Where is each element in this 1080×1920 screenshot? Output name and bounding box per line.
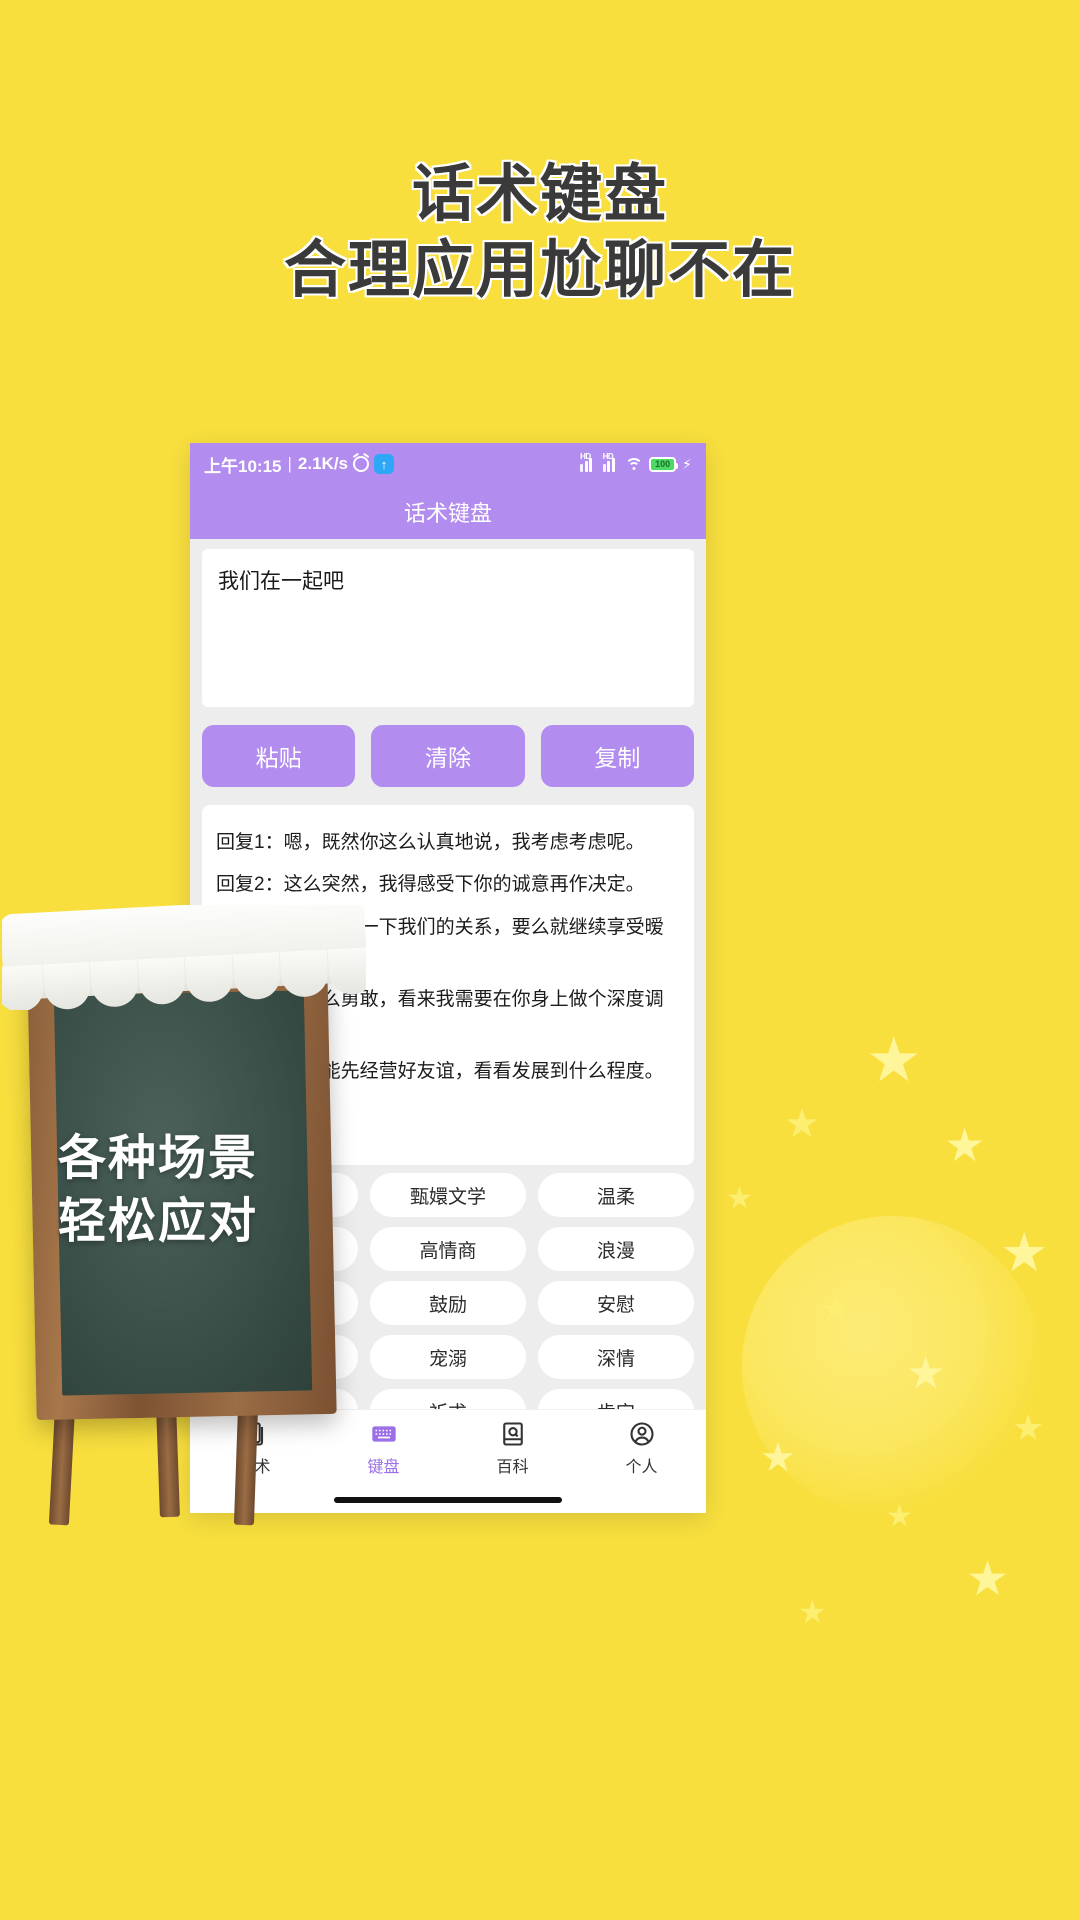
action-button-row: 粘贴 清除 复制 <box>190 707 706 805</box>
reply-item[interactable]: 回复1：嗯，既然你这么认真地说，我考虑考虑呢。 <box>216 828 680 857</box>
clear-button[interactable]: 清除 <box>371 725 525 787</box>
signal-icon-sim1: HD <box>580 452 597 472</box>
keyboard-icon <box>371 1426 396 1442</box>
page-title: 话术键盘 <box>403 501 492 526</box>
signal-icon-sim2: HD <box>602 452 620 472</box>
nav-label-person: 个人 <box>625 1459 658 1476</box>
status-time: 上午10:15 <box>204 456 282 476</box>
category-chip[interactable]: 宠溺 <box>370 1335 526 1379</box>
star-decoration: ★ <box>944 1119 986 1171</box>
chalkboard-sign: 各种场景 轻松应对 <box>2 905 366 1545</box>
star-decoration: ★ <box>966 1553 1010 1606</box>
category-chip[interactable]: 肯定 <box>538 1389 694 1409</box>
star-decoration: ★ <box>886 1500 913 1533</box>
headline-line-1: 话术键盘 <box>411 160 668 229</box>
hd-label-sim1: HD <box>580 452 591 461</box>
star-decoration: ★ <box>726 1182 753 1215</box>
category-chip[interactable]: 鼓励 <box>370 1281 526 1325</box>
star-decoration: ★ <box>798 1594 827 1630</box>
sign-leg <box>48 1404 76 1526</box>
nav-item-encyclopedia[interactable]: 百科 <box>448 1420 577 1477</box>
status-bar-right: HD HD 100 ⚡ <box>580 452 692 473</box>
app-header: 话术键盘 <box>190 485 706 539</box>
star-decoration: ★ <box>1000 1223 1049 1283</box>
star-decoration: ★ <box>1012 1407 1045 1448</box>
nav-item-person[interactable]: 个人 <box>577 1420 706 1477</box>
alarm-icon <box>353 456 369 472</box>
sign-leg <box>233 1404 259 1526</box>
wifi-icon <box>625 457 644 471</box>
star-decoration: ★ <box>784 1102 820 1146</box>
category-chip[interactable]: 高情商 <box>370 1227 526 1271</box>
star-decoration: ★ <box>866 1026 922 1095</box>
charging-icon: ⚡ <box>682 455 692 472</box>
sign-text-line-1: 各种场景 <box>58 1132 259 1185</box>
sign-leg <box>156 1404 180 1518</box>
star-decoration: ★ <box>760 1436 796 1480</box>
network-speed: 2.1K/s <box>297 454 348 473</box>
copy-button[interactable]: 复制 <box>540 725 694 787</box>
headline-line-2: 合理应用尬聊不在 <box>283 236 796 306</box>
paste-button[interactable]: 粘贴 <box>202 725 356 787</box>
category-chip[interactable]: 温柔 <box>538 1173 694 1217</box>
star-decoration: ★ <box>820 1290 851 1328</box>
status-bar-left: 上午10:15 | 2.1K/s ↑ <box>204 452 394 477</box>
star-decoration: ★ <box>906 1349 946 1398</box>
nav-label-keyboard: 键盘 <box>367 1459 400 1476</box>
hd-label-sim2: HD <box>602 452 614 461</box>
category-chip[interactable]: 安慰 <box>538 1281 694 1325</box>
category-chip[interactable]: 祈求 <box>370 1389 526 1409</box>
sign-text-line-2: 轻松应对 <box>58 1195 259 1249</box>
compose-input[interactable]: 我们在一起吧 <box>202 549 694 707</box>
category-chip[interactable]: 深情 <box>538 1335 694 1379</box>
upload-badge-icon: ↑ <box>374 454 394 474</box>
sign-text: 各种场景 轻松应对 <box>58 1127 328 1254</box>
encyclopedia-icon <box>502 1422 523 1446</box>
sign-awning <box>2 905 366 1010</box>
battery-level: 100 <box>655 459 671 469</box>
promo-headline: 话术键盘 合理应用尬聊不在 <box>0 160 1080 313</box>
sign-legs <box>45 1390 326 1535</box>
status-separator: | <box>287 454 292 473</box>
nav-label-encyclopedia: 百科 <box>496 1459 529 1476</box>
category-chip[interactable]: 甄嬛文学 <box>370 1173 526 1217</box>
category-chip[interactable]: 浪漫 <box>538 1227 694 1271</box>
compose-value: 我们在一起吧 <box>218 570 344 593</box>
person-icon <box>629 1422 654 1446</box>
reply-item[interactable]: 回复2：这么突然，我得感受下你的诚意再作决定。 <box>216 870 680 899</box>
battery-icon: 100 <box>649 456 679 472</box>
status-bar: 上午10:15 | 2.1K/s ↑ HD HD 100 ⚡ <box>190 443 706 485</box>
